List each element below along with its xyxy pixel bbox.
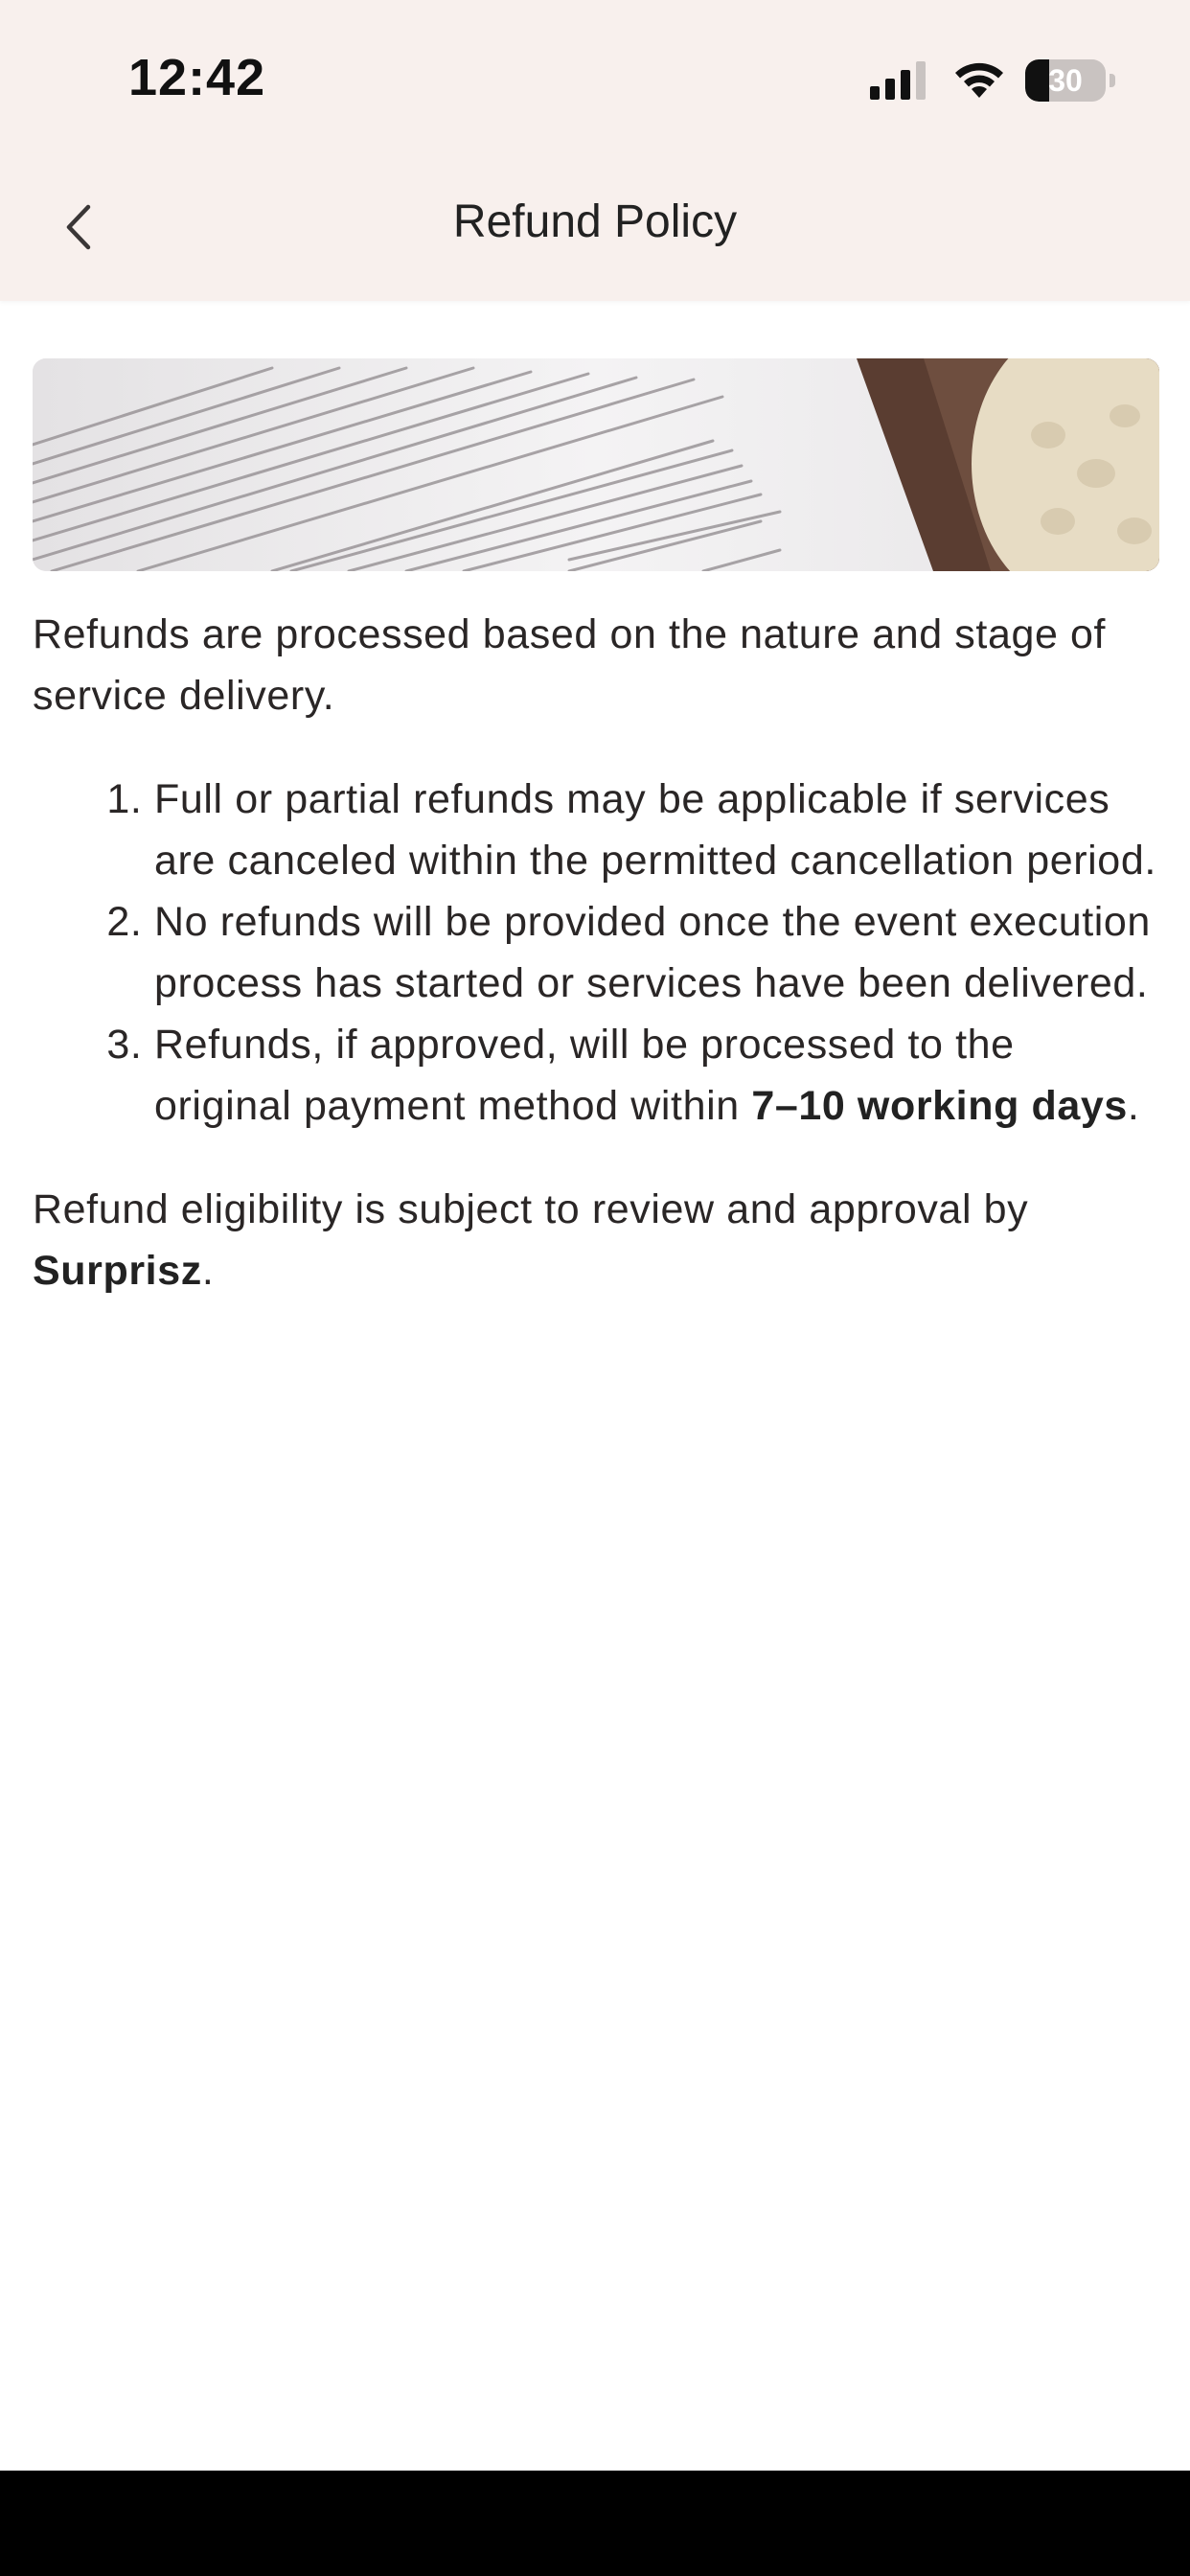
closing-text: Refund eligibility is subject to review … [33, 1186, 1029, 1232]
policy-item-text: No refunds will be provided once the eve… [154, 899, 1151, 1006]
closing-paragraph: Refund eligibility is subject to review … [33, 1179, 1163, 1301]
brand-name: Surprisz [33, 1248, 202, 1294]
home-indicator-area [0, 2471, 1190, 2576]
page-title: Refund Policy [452, 196, 738, 247]
closing-period: . [201, 1248, 215, 1294]
policy-item-2: No refunds will be provided once the eve… [154, 891, 1163, 1014]
policy-item-3: Refunds, if approved, will be processed … [154, 1014, 1163, 1137]
status-time: 12:42 [128, 49, 266, 106]
policy-item-period: . [1127, 1083, 1140, 1129]
status-bar: 12:42 30 [0, 0, 1190, 153]
policy-list: Full or partial refunds may be applicabl… [33, 769, 1163, 1137]
battery-tip [1110, 74, 1115, 87]
hero-document-image [33, 358, 1159, 571]
battery-body: 30 [1025, 59, 1106, 102]
refund-timeline: 7–10 working days [751, 1083, 1128, 1129]
policy-content: Refunds are processed based on the natur… [33, 604, 1163, 1301]
policy-item-1: Full or partial refunds may be applicabl… [154, 769, 1163, 891]
intro-paragraph: Refunds are processed based on the natur… [33, 611, 1107, 719]
cellular-signal-icon [870, 61, 931, 100]
battery-icon: 30 [1025, 59, 1117, 102]
navigation-bar: Refund Policy [0, 153, 1190, 301]
policy-item-text: Full or partial refunds may be applicabl… [154, 776, 1156, 884]
battery-level-text: 30 [1048, 63, 1083, 98]
wifi-icon [952, 59, 1006, 100]
